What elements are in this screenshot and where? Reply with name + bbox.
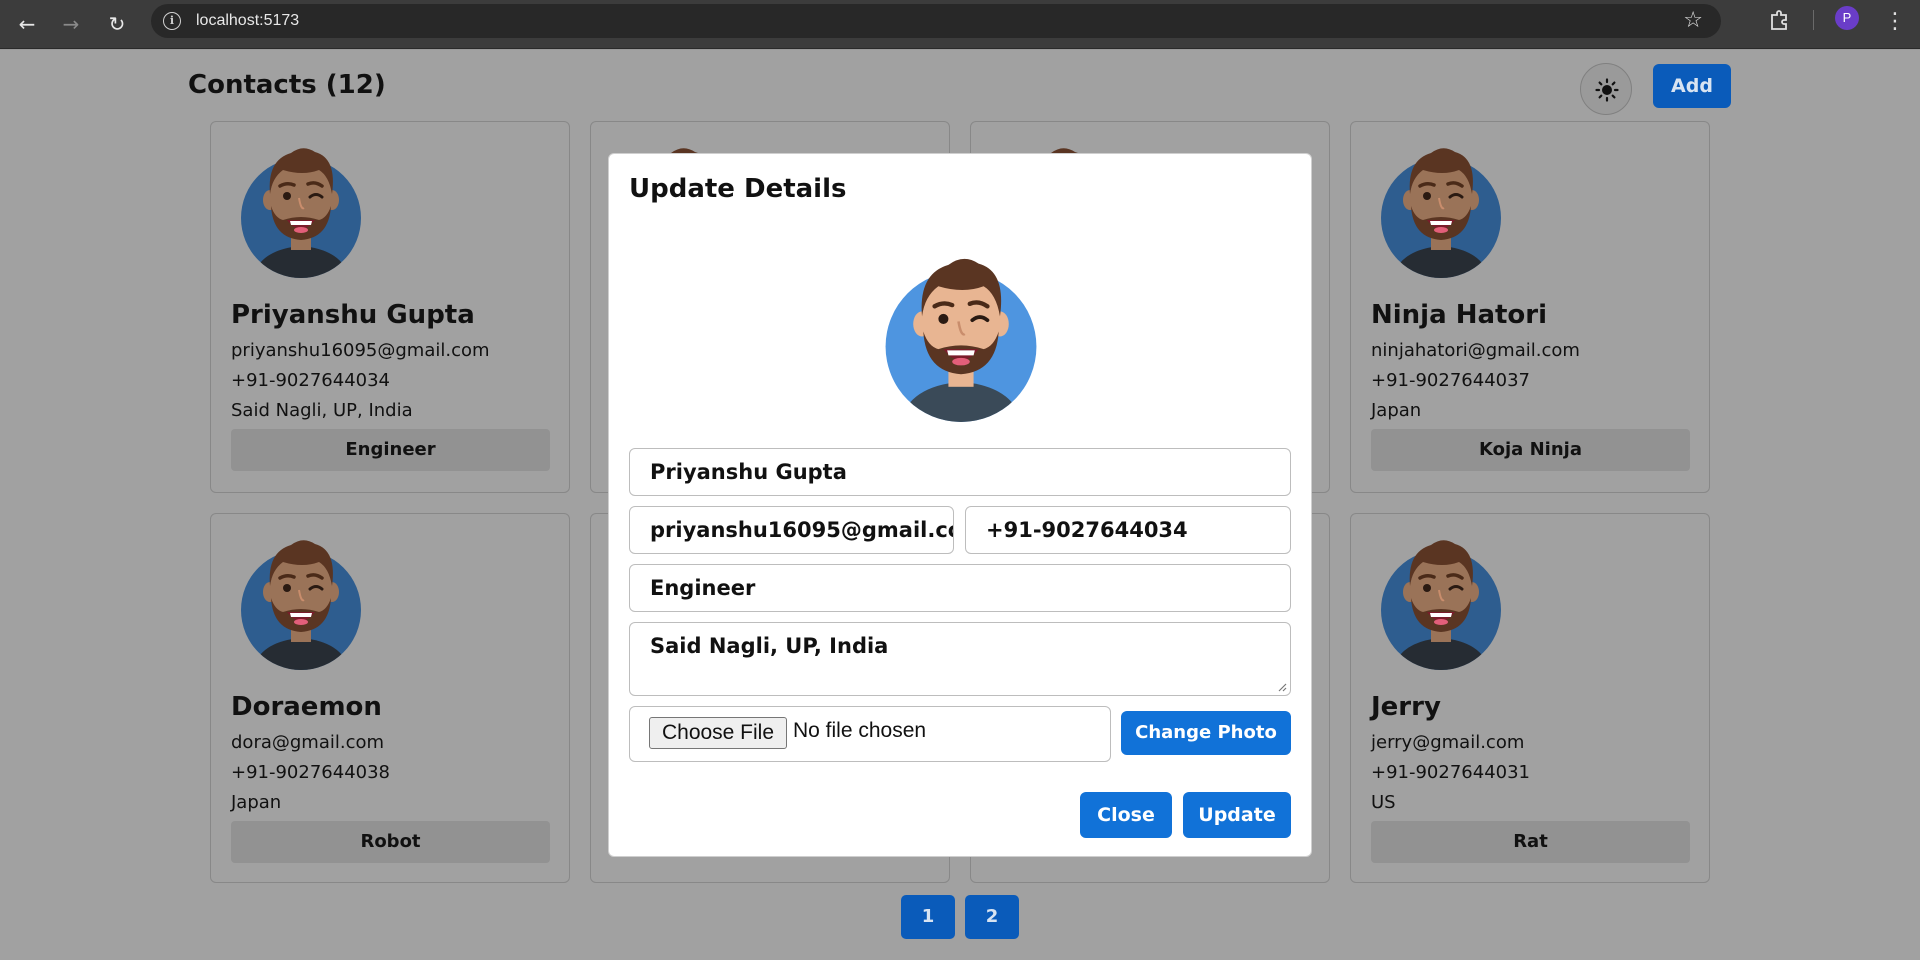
sun-icon <box>1595 78 1619 102</box>
contact-name: Doraemon <box>231 692 382 722</box>
contact-address: Japan <box>1371 400 1422 421</box>
contact-email: priyanshu16095@gmail.com <box>231 340 490 361</box>
contact-card: Priyanshu Gupta priyanshu16095@gmail.com… <box>210 121 570 493</box>
theme-toggle-button[interactable] <box>1580 63 1632 115</box>
close-button[interactable]: Close <box>1080 792 1172 838</box>
contact-email: jerry@gmail.com <box>1371 732 1525 753</box>
choose-file-button[interactable]: Choose File <box>649 717 787 749</box>
change-photo-button[interactable]: Change Photo <box>1121 711 1291 755</box>
browser-toolbar: ← → ↻ i localhost:5173 ☆ P ⋮ <box>0 0 1920 49</box>
contact-name: Priyanshu Gupta <box>231 300 475 330</box>
photo-file-input: Choose File No file chosen <box>629 706 1111 762</box>
contact-avatar <box>1371 138 1511 278</box>
resize-grip-icon[interactable] <box>1277 682 1287 692</box>
contact-address: Japan <box>231 792 282 813</box>
contact-avatar <box>1371 530 1511 670</box>
site-info-icon[interactable]: i <box>163 12 181 30</box>
name-input[interactable]: Priyanshu Gupta <box>629 448 1291 496</box>
update-details-modal: Update Details Priyanshu Gupta priyanshu… <box>608 153 1312 857</box>
contact-address: Said Nagli, UP, India <box>231 400 413 421</box>
contact-phone: +91-9027644031 <box>1371 762 1531 783</box>
contact-name: Jerry <box>1371 692 1441 722</box>
page-title: Contacts (12) <box>188 70 386 100</box>
contact-card: Doraemon dora@gmail.com +91-9027644038 J… <box>210 513 570 883</box>
modal-title: Update Details <box>629 174 847 204</box>
phone-input[interactable]: +91-9027644034 <box>965 506 1291 554</box>
contact-address: US <box>1371 792 1396 813</box>
contact-role-badge[interactable]: Koja Ninja <box>1371 429 1690 471</box>
email-input[interactable]: priyanshu16095@gmail.com <box>629 506 954 554</box>
extensions-icon[interactable] <box>1768 9 1790 36</box>
contact-email: ninjahatori@gmail.com <box>1371 340 1580 361</box>
contact-card: Jerry jerry@gmail.com +91-9027644031 US … <box>1350 513 1710 883</box>
contact-role-badge[interactable]: Robot <box>231 821 550 863</box>
address-textarea[interactable]: Said Nagli, UP, India <box>629 622 1291 696</box>
add-contact-button[interactable]: Add <box>1653 64 1731 108</box>
address-bar[interactable]: i localhost:5173 ☆ <box>151 4 1721 38</box>
contact-role-badge[interactable]: Rat <box>1371 821 1690 863</box>
contact-name: Ninja Hatori <box>1371 300 1548 330</box>
contact-avatar <box>231 138 371 278</box>
contact-phone: +91-9027644037 <box>1371 370 1531 391</box>
contact-phone: +91-9027644038 <box>231 762 391 783</box>
contact-avatar <box>231 530 371 670</box>
profile-avatar[interactable]: P <box>1835 6 1859 30</box>
profile-photo <box>873 246 1049 422</box>
forward-arrow-icon[interactable]: → <box>56 9 86 39</box>
bookmark-star-icon[interactable]: ☆ <box>1683 8 1703 33</box>
toolbar-divider <box>1813 10 1814 30</box>
contact-card: Ninja Hatori ninjahatori@gmail.com +91-9… <box>1350 121 1710 493</box>
page-button-1[interactable]: 1 <box>901 895 955 939</box>
kebab-menu-icon[interactable]: ⋮ <box>1884 9 1906 34</box>
address-text: Said Nagli, UP, India <box>650 634 889 658</box>
contact-phone: +91-9027644034 <box>231 370 391 391</box>
contact-email: dora@gmail.com <box>231 732 385 753</box>
role-input[interactable]: Engineer <box>629 564 1291 612</box>
reload-icon[interactable]: ↻ <box>102 9 132 39</box>
page-button-2[interactable]: 2 <box>965 895 1019 939</box>
update-button[interactable]: Update <box>1183 792 1291 838</box>
back-arrow-icon[interactable]: ← <box>12 9 42 39</box>
file-status-text: No file chosen <box>793 719 927 742</box>
url-text[interactable]: localhost:5173 <box>196 12 299 30</box>
contact-role-badge[interactable]: Engineer <box>231 429 550 471</box>
